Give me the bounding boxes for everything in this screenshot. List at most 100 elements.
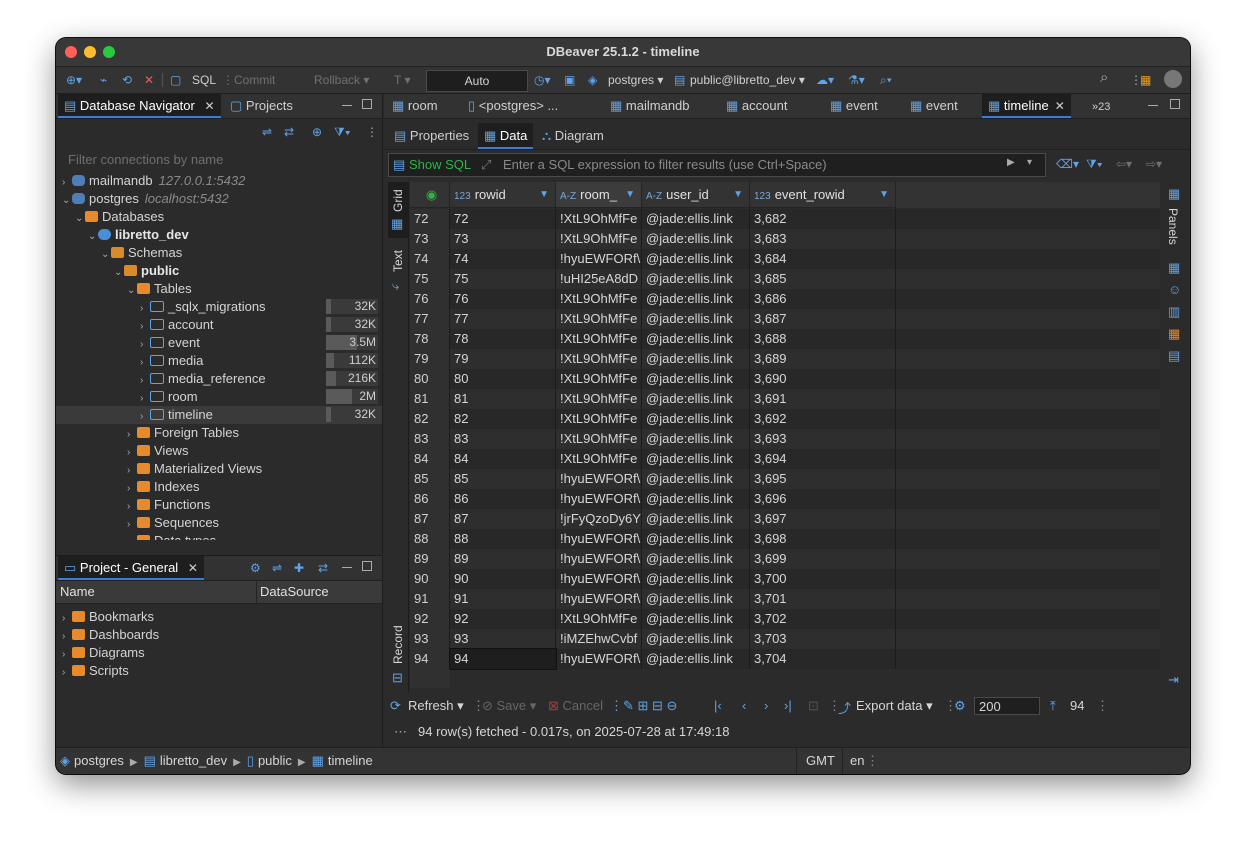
table-row[interactable]: 91 91 !hyuEWFORf\ @jade:ellis.link 3,701 xyxy=(410,589,1160,609)
table-cell[interactable]: @jade:ellis.link xyxy=(642,429,750,449)
table-row[interactable]: 82 82 !XtL9OhMfFe @jade:ellis.link 3,692 xyxy=(410,409,1160,429)
tree-item-media[interactable]: › media 112K xyxy=(56,352,382,370)
table-cell[interactable]: @jade:ellis.link xyxy=(642,329,750,349)
table-cell[interactable]: !XtL9OhMfFe xyxy=(556,209,642,229)
disconnect-icon[interactable]: ✕ xyxy=(144,71,154,89)
editor-tab-room[interactable]: ▦ room xyxy=(386,94,444,118)
table-cell[interactable]: 86 xyxy=(450,489,556,509)
collapse-all-icon[interactable]: ⇌ xyxy=(262,123,272,141)
tree-item-postgres[interactable]: ⌄ postgres localhost:5432 xyxy=(56,190,382,208)
text-view-tab[interactable]: Text xyxy=(391,250,405,272)
metadata-icon[interactable]: ☺ xyxy=(1168,282,1181,297)
timezone-label[interactable]: GMT xyxy=(806,753,835,768)
table-row[interactable]: 77 77 !XtL9OhMfFe @jade:ellis.link 3,687 xyxy=(410,309,1160,329)
table-row[interactable]: 87 87 !jrFyQzoDy6Y @jade:ellis.link 3,697 xyxy=(410,509,1160,529)
table-cell[interactable]: @jade:ellis.link xyxy=(642,409,750,429)
table-cell[interactable]: 3,702 xyxy=(750,609,896,629)
minimize-icon[interactable] xyxy=(342,567,352,568)
table-row[interactable]: 88 88 !hyuEWFORf\ @jade:ellis.link 3,698 xyxy=(410,529,1160,549)
column-header-rowid[interactable]: 123 rowid ▼ xyxy=(450,182,556,208)
table-cell[interactable]: !hyuEWFORf\ xyxy=(556,489,642,509)
table-row[interactable]: 84 84 !XtL9OhMfFe @jade:ellis.link 3,694 xyxy=(410,449,1160,469)
status-more-icon[interactable]: ⋯ xyxy=(394,724,407,740)
table-cell[interactable]: 75 xyxy=(450,269,556,289)
table-cell[interactable]: 3,683 xyxy=(750,229,896,249)
table-cell[interactable]: 74 xyxy=(450,249,556,269)
table-cell[interactable]: @jade:ellis.link xyxy=(642,509,750,529)
project-item-bookmarks[interactable]: › Bookmarks xyxy=(56,608,382,626)
tree-item-media-reference[interactable]: › media_reference 216K xyxy=(56,370,382,388)
table-cell[interactable]: 80 xyxy=(450,369,556,389)
tree-item--sqlx-migrations[interactable]: › _sqlx_migrations 32K xyxy=(56,298,382,316)
sort-dropdown-icon[interactable]: ▼ xyxy=(625,182,635,207)
fetch-icon[interactable]: ⊡ xyxy=(808,698,819,714)
table-cell[interactable]: @jade:ellis.link xyxy=(642,649,750,669)
results-grid[interactable]: ◉ 123 rowid ▼ A-Z room_ ▼ A-Z user_id ▼ 123 event_r… xyxy=(410,182,1160,688)
tree-item-account[interactable]: › account 32K xyxy=(56,316,382,334)
table-cell[interactable]: @jade:ellis.link xyxy=(642,449,750,469)
avatar[interactable] xyxy=(1164,70,1182,88)
table-row[interactable]: 86 86 !hyuEWFORf\ @jade:ellis.link 3,696 xyxy=(410,489,1160,509)
table-cell[interactable]: 87 xyxy=(450,509,556,529)
find-icon[interactable]: ⌕▾ xyxy=(880,71,892,89)
tree-item-timeline[interactable]: › timeline 32K xyxy=(56,406,382,424)
record-view-tab[interactable]: Record xyxy=(391,625,405,664)
table-cell[interactable]: !XtL9OhMfFe xyxy=(556,389,642,409)
table-cell[interactable]: !XtL9OhMfFe xyxy=(556,289,642,309)
transaction-icon[interactable]: T ▾ xyxy=(394,71,410,89)
table-cell[interactable]: 93 xyxy=(450,629,556,649)
collapse-icon[interactable]: ⇌ xyxy=(272,559,282,577)
rollback-button[interactable]: Rollback ▾ xyxy=(314,71,369,89)
active-schema-select[interactable]: public@libretto_dev ▾ xyxy=(690,71,805,89)
sql-editor-icon[interactable]: ▢ xyxy=(170,71,181,89)
maximize-icon[interactable] xyxy=(362,99,372,109)
table-cell[interactable]: 3,704 xyxy=(750,649,896,669)
table-cell[interactable]: 76 xyxy=(450,289,556,309)
eraser-icon[interactable]: ⌫▾ xyxy=(1056,155,1079,173)
table-cell[interactable]: @jade:ellis.link xyxy=(642,369,750,389)
column-header-room-[interactable]: A-Z room_ ▼ xyxy=(556,182,642,208)
table-row[interactable]: 73 73 !XtL9OhMfFe @jade:ellis.link 3,683 xyxy=(410,229,1160,249)
table-cell[interactable]: !hyuEWFORf\ xyxy=(556,589,642,609)
table-cell[interactable]: !XtL9OhMfFe xyxy=(556,369,642,389)
table-cell[interactable]: 3,690 xyxy=(750,369,896,389)
table-cell[interactable]: 3,682 xyxy=(750,209,896,229)
table-cell[interactable]: 77 xyxy=(450,309,556,329)
panels-icon[interactable]: ▦ xyxy=(1168,186,1180,202)
table-cell[interactable]: 84 xyxy=(450,449,556,469)
tab-data[interactable]: ▦ Data xyxy=(478,123,534,149)
close-icon[interactable]: ✕ xyxy=(1055,99,1065,113)
table-cell[interactable]: @jade:ellis.link xyxy=(642,549,750,569)
locale-label[interactable]: en xyxy=(850,753,864,768)
calc-icon[interactable]: ▦ xyxy=(1168,326,1180,342)
table-cell[interactable]: @jade:ellis.link xyxy=(642,389,750,409)
table-cell[interactable]: 3,696 xyxy=(750,489,896,509)
table-cell[interactable]: !XtL9OhMfFe xyxy=(556,429,642,449)
table-cell[interactable]: 3,701 xyxy=(750,589,896,609)
tree-item-data-types[interactable]: › Data types xyxy=(56,532,382,540)
tree-item-functions[interactable]: › Functions xyxy=(56,496,382,514)
column-header-user-id[interactable]: A-Z user_id ▼ xyxy=(642,182,750,208)
column-header-event-rowid[interactable]: 123 event_rowid ▼ xyxy=(750,182,896,208)
show-sql-button[interactable]: Show SQL xyxy=(409,157,471,172)
tree-item-foreign-tables[interactable]: › Foreign Tables xyxy=(56,424,382,442)
tab-project-general[interactable]: ▭ Project - General ✕ xyxy=(58,556,204,580)
table-cell[interactable]: @jade:ellis.link xyxy=(642,249,750,269)
tree-item-views[interactable]: › Views xyxy=(56,442,382,460)
editor-tab-postgres[interactable]: ▯ <postgres> ... xyxy=(462,94,564,118)
lock-icon[interactable]: ▣ xyxy=(564,71,575,89)
table-cell[interactable]: 3,700 xyxy=(750,569,896,589)
table-cell[interactable]: 88 xyxy=(450,529,556,549)
table-cell[interactable]: 3,693 xyxy=(750,429,896,449)
table-row[interactable]: 85 85 !hyuEWFORf\ @jade:ellis.link 3,695 xyxy=(410,469,1160,489)
project-item-diagrams[interactable]: › Diagrams xyxy=(56,644,382,662)
cloud-icon[interactable]: ☁▾ xyxy=(816,71,834,89)
table-cell[interactable]: 81 xyxy=(450,389,556,409)
first-page-icon[interactable]: |‹ xyxy=(714,698,722,713)
table-row[interactable]: 92 92 !XtL9OhMfFe @jade:ellis.link 3,702 xyxy=(410,609,1160,629)
table-cell[interactable]: !hyuEWFORf\ xyxy=(556,529,642,549)
table-cell[interactable]: @jade:ellis.link xyxy=(642,289,750,309)
table-cell[interactable]: 73 xyxy=(450,229,556,249)
table-cell[interactable]: 3,688 xyxy=(750,329,896,349)
table-cell[interactable]: 3,689 xyxy=(750,349,896,369)
